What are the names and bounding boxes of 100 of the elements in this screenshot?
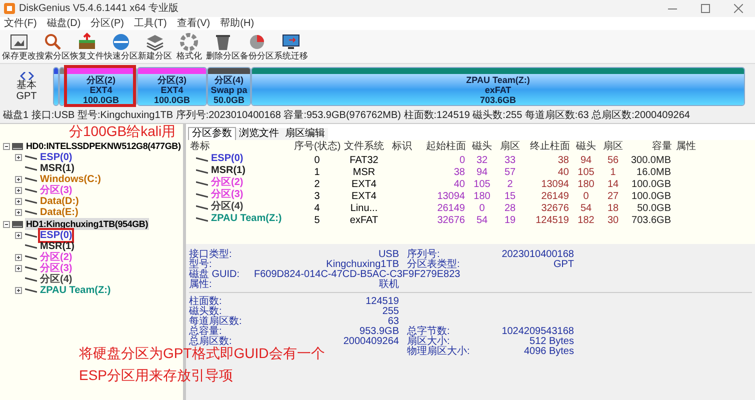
partition-tree-item[interactable]: MSR(1) — [40, 241, 74, 252]
table-cell: 180 — [578, 179, 594, 190]
partition-tree-item[interactable]: Data(D:) — [40, 196, 79, 207]
table-cell: 300.0MB — [630, 155, 671, 166]
table-cell: 0 — [583, 191, 589, 202]
column-header[interactable]: 序号(状态) — [292, 141, 342, 153]
partition-tree-item[interactable]: Windows(C:) — [40, 174, 102, 185]
collapse-icon[interactable] — [3, 220, 10, 228]
partition-tree-item[interactable]: ZPAU Team(Z:) — [40, 285, 111, 296]
expand-icon[interactable] — [15, 287, 22, 294]
table-cell: MSR — [352, 167, 376, 178]
nav-arrows-icon[interactable] — [20, 72, 34, 80]
partition-block[interactable]: 分区(4) Swap pa 50.0GB — [207, 67, 251, 106]
disk-tree-item[interactable]: HD0:INTELSSDPEKNW512G8(477GB) — [25, 140, 182, 152]
table-cell: 180 — [474, 191, 490, 202]
field-value: 4096 Bytes — [524, 346, 574, 356]
close-icon[interactable] — [734, 4, 743, 13]
maximize-icon[interactable] — [701, 4, 710, 13]
column-header[interactable]: 终止柱面 — [524, 141, 572, 153]
partition-label: 分区(3) — [158, 74, 186, 84]
toolbar-button[interactable]: 系统迁移 — [274, 32, 308, 62]
table-cell: ZPAU Team(Z:) — [211, 213, 282, 225]
expand-icon[interactable] — [15, 176, 22, 183]
column-header[interactable]: 文件系统 — [342, 141, 386, 153]
field-value: 1024209543168 — [502, 326, 574, 336]
collapse-icon[interactable] — [3, 142, 10, 150]
toolbar-button[interactable]: 恢复文件 — [70, 32, 104, 62]
expand-icon[interactable] — [15, 198, 22, 205]
recover-tool-icon — [77, 32, 97, 52]
table-cell: 0 — [314, 155, 320, 166]
table-cell: 100.0GB — [632, 179, 671, 190]
disk-info-text: 磁盘1 接口:USB 型号:Kingchuxing1TB 序列号:2023010400168 容量:953.9GB(976762MB) 柱面数:124519 磁头数:255 每道扇区数:63 总扇区数:2000409264 — [3, 110, 690, 122]
field-label: 总容量: — [189, 326, 222, 336]
expand-icon[interactable] — [15, 232, 22, 239]
partition-block[interactable]: 分区(3) EXT4 100.0GB — [137, 67, 207, 106]
menu-item[interactable]: 帮助(H) — [220, 18, 254, 30]
menu-item[interactable]: 工具(T) — [134, 18, 167, 30]
toolbar-button[interactable]: 保存更改 — [2, 32, 36, 62]
menu-item[interactable]: 磁盘(D) — [46, 18, 81, 30]
expand-icon[interactable] — [15, 209, 22, 216]
column-header[interactable]: 磁头 — [572, 141, 600, 153]
table-cell: 13094 — [541, 179, 569, 190]
partition-tree-item[interactable]: MSR(1) — [40, 163, 74, 174]
partition-block[interactable] — [59, 67, 65, 106]
column-header[interactable]: 卷标 — [188, 141, 292, 153]
column-header[interactable]: 磁头 — [468, 141, 496, 153]
field-value: 63 — [388, 316, 399, 326]
expand-icon[interactable] — [15, 254, 22, 261]
column-header[interactable]: 容量 — [626, 141, 674, 153]
partition-tree-item[interactable]: ESP(0) — [40, 152, 72, 163]
partition-tree-item[interactable]: ESP(0) — [40, 230, 72, 241]
tab[interactable]: 浏览文件 — [236, 128, 282, 140]
toolbar-button[interactable]: 新建分区 — [138, 32, 172, 62]
column-header[interactable]: 扇区 — [496, 141, 524, 153]
tab[interactable]: 分区参数 — [188, 127, 236, 140]
disk-tree-item[interactable]: HD1:Kingchuxing1TB(954GB) — [25, 218, 150, 230]
highlight-box — [64, 65, 136, 107]
tab[interactable]: 扇区编辑 — [282, 128, 328, 140]
partition-block[interactable] — [53, 67, 59, 106]
field-value: USB — [378, 248, 399, 260]
field-label: 磁盘 GUID: — [189, 268, 240, 280]
toolbar-button[interactable]: 删除分区 — [206, 32, 240, 62]
table-cell: 703.6GB — [632, 215, 671, 226]
field-value: GPT — [553, 258, 574, 270]
table-cell: 2 — [507, 179, 513, 190]
table-cell: 38 — [558, 155, 569, 166]
table-cell: 4 — [314, 203, 320, 214]
expand-icon[interactable] — [15, 265, 22, 272]
table-cell: FAT32 — [350, 155, 378, 166]
toolbar-button[interactable]: 备份分区 — [240, 32, 274, 62]
field-value: 2023010400168 — [502, 248, 574, 260]
column-header[interactable]: 扇区 — [600, 141, 626, 153]
partition-tree-item[interactable]: Data(E:) — [40, 207, 78, 218]
table-cell: 40 — [454, 179, 465, 190]
column-header[interactable]: 标识 — [386, 141, 418, 153]
menu-item[interactable]: 文件(F) — [4, 18, 37, 30]
disk-drive-icon — [12, 220, 23, 228]
disk-type-label: 基本 — [16, 80, 36, 90]
partition-icon — [25, 233, 37, 238]
expand-icon[interactable] — [15, 187, 22, 194]
partition-tree-item[interactable]: 分区(4) — [40, 274, 72, 285]
expand-icon[interactable] — [15, 154, 22, 161]
partition-label: EXT4 — [160, 84, 184, 94]
partition-label: 50.0GB — [213, 94, 245, 104]
partition-icon — [196, 192, 208, 198]
column-header[interactable]: 属性 — [674, 141, 704, 153]
migrate-tool-icon — [281, 32, 301, 52]
table-cell-text: 分区(2) — [211, 177, 244, 188]
toolbar-button[interactable]: 快速分区 — [104, 32, 138, 62]
partition-block[interactable]: 分区(2) EXT4 100.0GB — [65, 67, 137, 106]
field-label: 总字节数: — [407, 326, 450, 336]
menu-item[interactable]: 分区(P) — [90, 18, 124, 30]
partition-icon — [196, 168, 208, 174]
toolbar-button[interactable]: 格式化 — [172, 32, 206, 62]
toolbar-button[interactable]: 搜索分区 — [36, 32, 70, 62]
menu-item[interactable]: 查看(V) — [176, 18, 210, 30]
table-cell: 38 — [454, 167, 465, 178]
table-cell: exFAT — [350, 215, 378, 226]
partition-block[interactable]: ZPAU Team(Z:) exFAT 703.6GB — [251, 67, 745, 106]
column-header[interactable]: 起始柱面 — [418, 141, 468, 153]
